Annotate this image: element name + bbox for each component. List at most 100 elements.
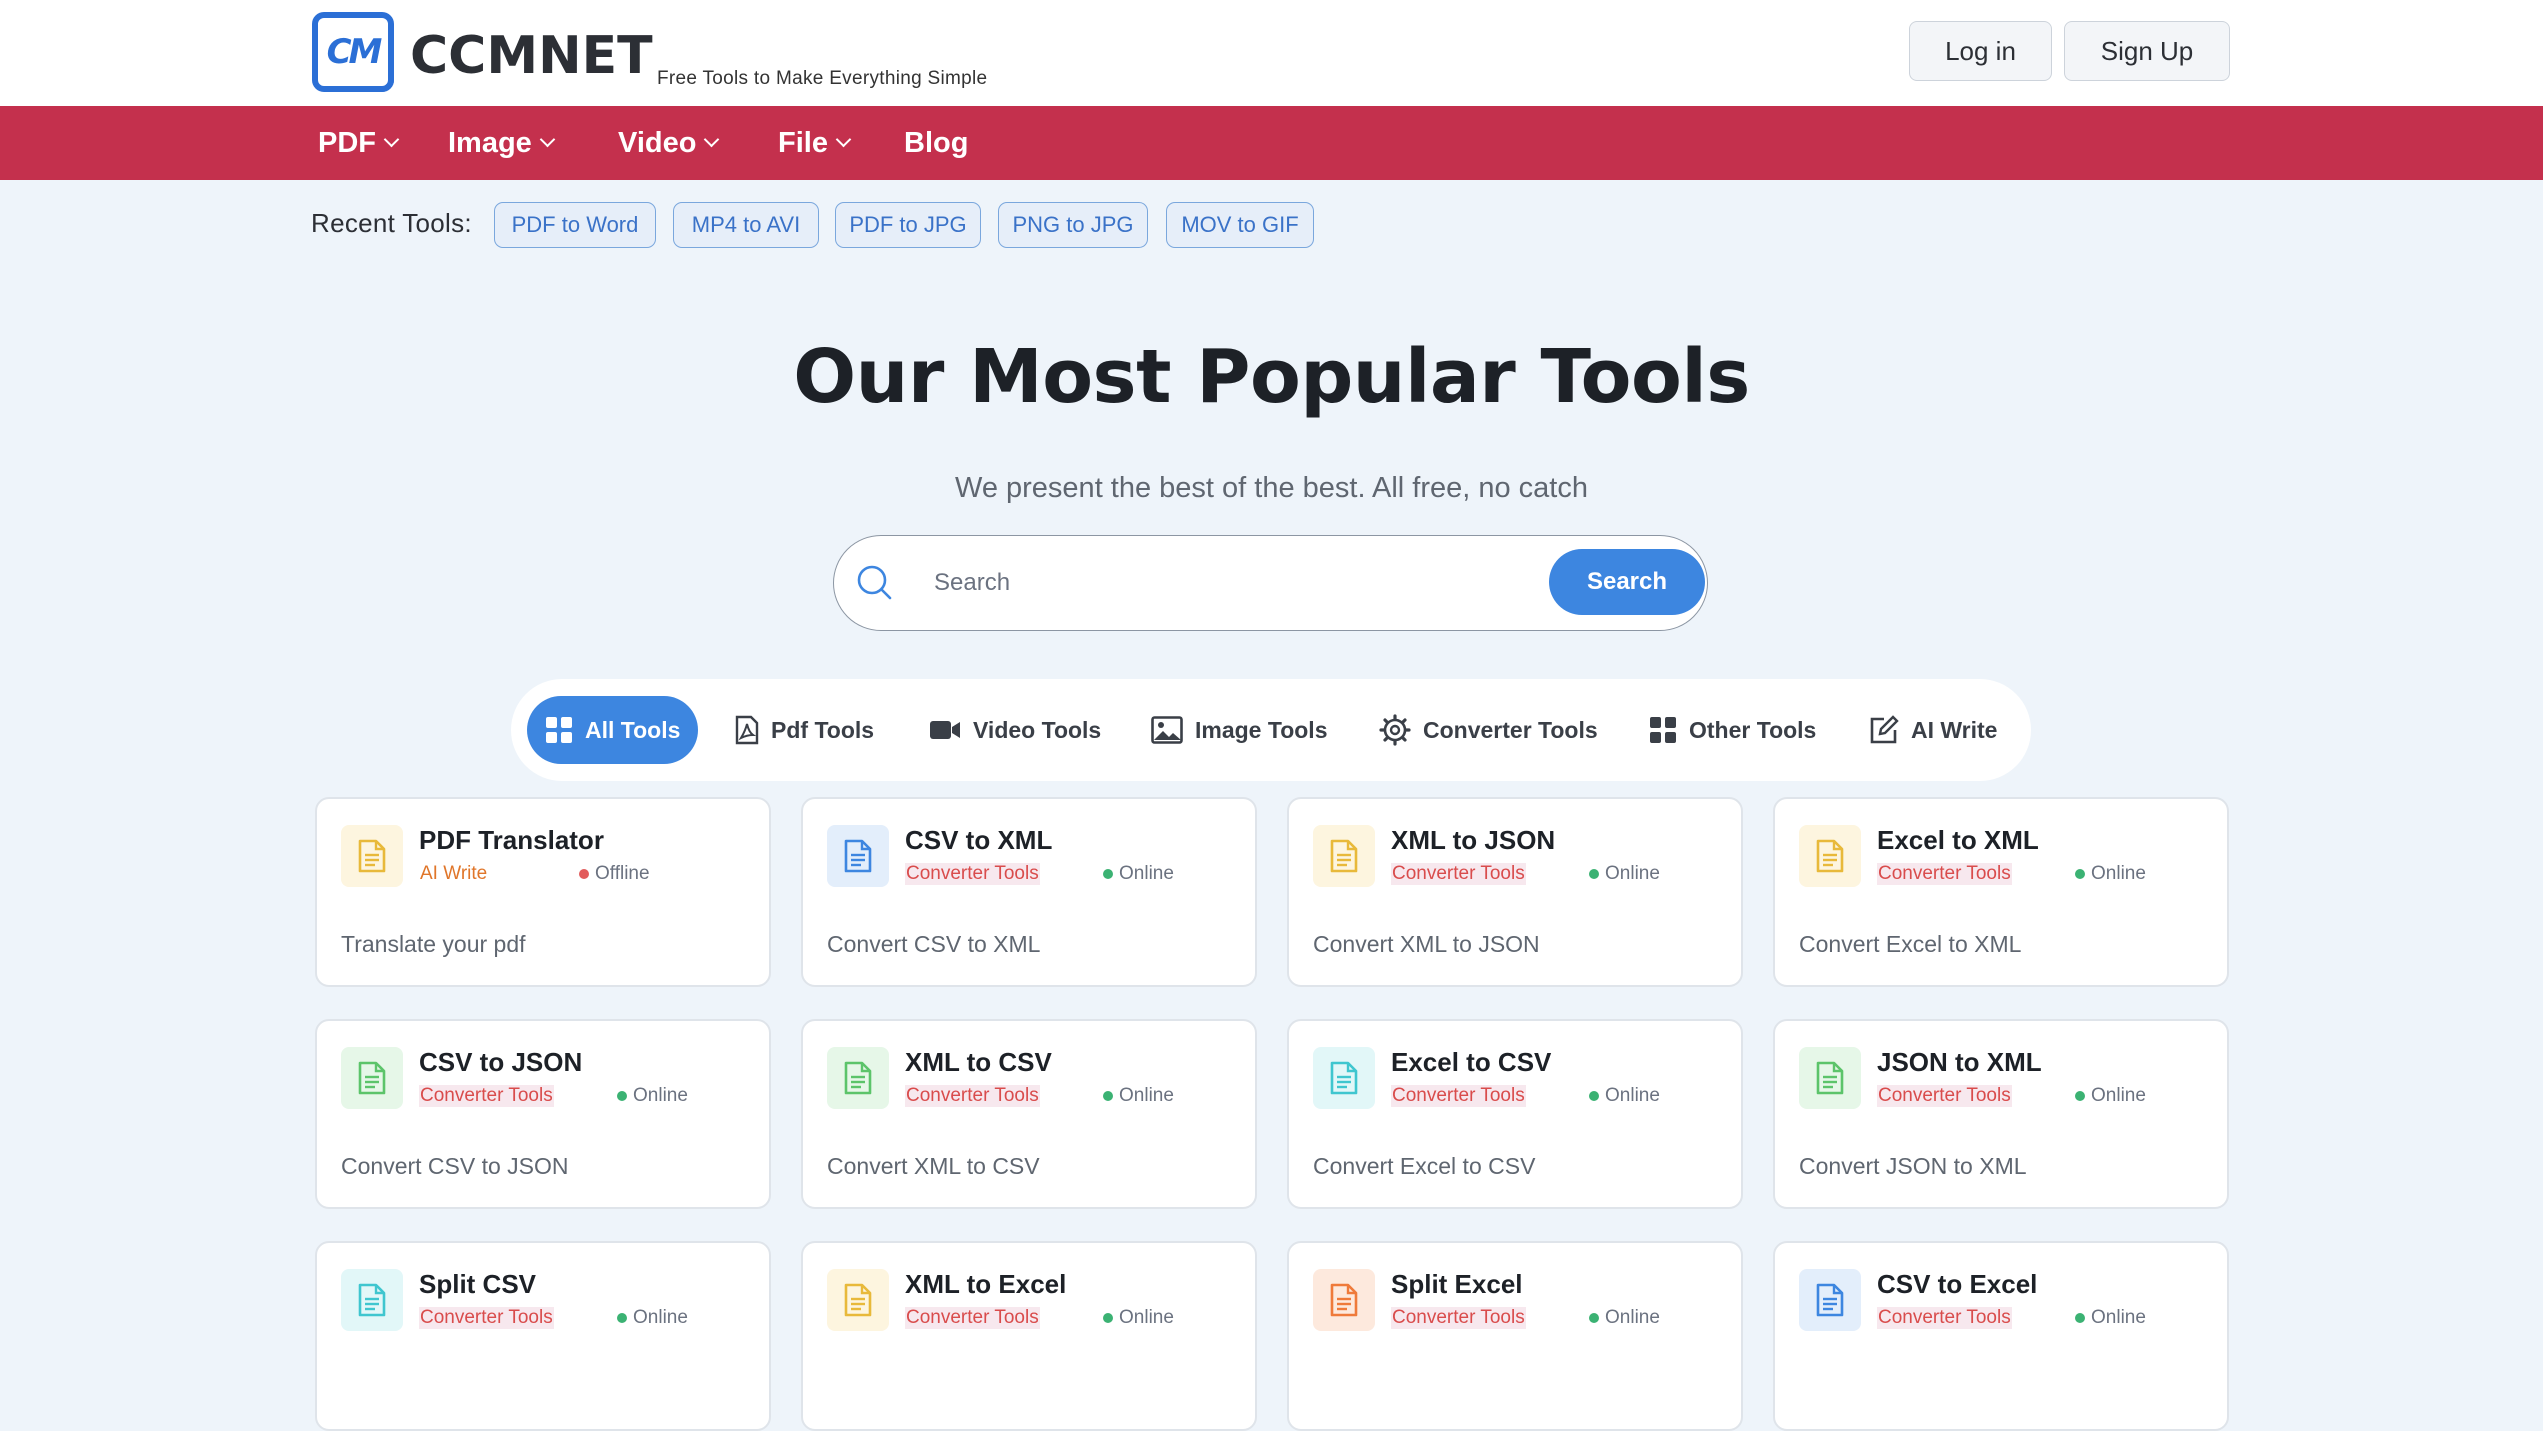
search-button[interactable]: Search [1549, 549, 1705, 615]
status-badge: Online [1589, 1085, 1660, 1107]
nav-item-pdf[interactable]: PDF [318, 106, 400, 180]
tab-label: Converter Tools [1423, 716, 1598, 743]
status-dot-icon [617, 1313, 627, 1323]
status-badge: Online [1103, 863, 1174, 885]
site-logo[interactable]: CM CCMNET [312, 12, 653, 92]
tool-card[interactable]: JSON to XML Converter Tools Online Convert … [1773, 1019, 2229, 1209]
tool-description: Convert CSV to XML [827, 931, 1041, 957]
site-header: CM CCMNET Free Tools to Make Everything … [0, 0, 2543, 106]
tab-label: Video Tools [973, 716, 1102, 743]
logo-mark-icon: CM [312, 12, 394, 92]
tab-image-tools[interactable]: Image Tools [1151, 696, 1328, 764]
status-badge: Online [1589, 1307, 1660, 1329]
status-dot-icon [1103, 1313, 1113, 1323]
recent-chip[interactable]: PDF to JPG [835, 202, 981, 248]
tool-category: Converter Tools [1877, 1085, 2012, 1107]
tab-label: All Tools [585, 716, 681, 743]
tool-title: PDF Translator [419, 825, 604, 855]
recent-tools-label: Recent Tools: [311, 208, 472, 238]
login-button[interactable]: Log in [1909, 21, 2052, 81]
tool-category: Converter Tools [1391, 1307, 1526, 1329]
search-input[interactable] [934, 558, 1354, 608]
tool-card[interactable]: PDF Translator AI Write Offline Translate y… [315, 797, 771, 987]
nav-item-label: PDF [318, 126, 376, 159]
tool-category: Converter Tools [905, 1307, 1040, 1329]
recent-chip[interactable]: PNG to JPG [998, 202, 1148, 248]
status-text: Online [1119, 1085, 1174, 1106]
page-subtitle: We present the best of the best. All fre… [954, 472, 1588, 504]
tool-title: XML to CSV [905, 1047, 1052, 1077]
tool-card[interactable]: XML to Excel Converter Tools Online [801, 1241, 1257, 1431]
tab-converter-tools[interactable]: Converter Tools [1379, 696, 1598, 764]
tool-card[interactable]: XML to CSV Converter Tools Online Convert X… [801, 1019, 1257, 1209]
tool-card[interactable]: XML to JSON Converter Tools Online Convert … [1287, 797, 1743, 987]
status-dot-icon [1589, 869, 1599, 879]
recent-chip[interactable]: MOV to GIF [1166, 202, 1314, 248]
tool-description: Convert XML to CSV [827, 1153, 1040, 1179]
status-dot-icon [2075, 869, 2085, 879]
status-text: Online [633, 1085, 688, 1106]
tool-description: Convert Excel to CSV [1313, 1153, 1536, 1179]
tab-label: Image Tools [1195, 716, 1328, 743]
tool-card[interactable]: CSV to XML Converter Tools Online Convert C… [801, 797, 1257, 987]
recent-chip[interactable]: PDF to Word [494, 202, 656, 248]
nav-item-file[interactable]: File [778, 106, 852, 180]
tool-card[interactable]: Excel to XML Converter Tools Online Convert… [1773, 797, 2229, 987]
file-document-icon [827, 825, 889, 887]
tool-title: Split CSV [419, 1269, 537, 1299]
nav-item-video[interactable]: Video [618, 106, 720, 180]
category-tabs: All Tools Pdf Tools Video Tools Image To… [511, 679, 2031, 781]
tool-title: CSV to Excel [1877, 1269, 2038, 1299]
tab-pdf-tools[interactable]: Pdf Tools [735, 696, 874, 764]
tagline: Free Tools to Make Everything Simple [657, 68, 988, 89]
tool-title: Excel to XML [1877, 825, 2039, 855]
status-badge: Online [2075, 1085, 2146, 1107]
tool-category: Converter Tools [419, 1085, 554, 1107]
tab-all-tools[interactable]: All Tools [527, 696, 699, 764]
tool-title: CSV to XML [905, 825, 1053, 855]
logo-mark-text: CM [326, 32, 383, 72]
tool-card[interactable]: Split CSV Converter Tools Online [315, 1241, 771, 1431]
tool-title: XML to Excel [905, 1269, 1067, 1299]
nav-item-label: Video [618, 126, 697, 159]
status-badge: Online [2075, 1307, 2146, 1329]
tool-card[interactable]: Excel to CSV Converter Tools Online Convert… [1287, 1019, 1743, 1209]
status-dot-icon [1103, 1091, 1113, 1101]
status-badge: Offline [579, 863, 650, 885]
signup-button[interactable]: Sign Up [2064, 21, 2230, 81]
nav-item-label: File [778, 126, 828, 159]
status-badge: Online [617, 1307, 688, 1329]
tool-card[interactable]: CSV to JSON Converter Tools Online Convert … [315, 1019, 771, 1209]
tool-description: Convert CSV to JSON [341, 1153, 569, 1179]
edit-icon [1870, 715, 1899, 744]
file-document-icon [1799, 1047, 1861, 1109]
gear-icon [1379, 714, 1411, 746]
tool-category: Converter Tools [1877, 1307, 2012, 1329]
file-document-icon [1313, 1269, 1375, 1331]
main-nav: PDF Image Video File Blog [0, 106, 2543, 180]
search-bar: Search [833, 535, 1708, 631]
tab-ai-write[interactable]: AI Write [1869, 696, 1997, 764]
file-document-icon [1313, 1047, 1375, 1109]
file-document-icon [1799, 1269, 1861, 1331]
recent-chip[interactable]: MP4 to AVI [673, 202, 819, 248]
tool-card[interactable]: CSV to Excel Converter Tools Online [1773, 1241, 2229, 1431]
file-document-icon [1313, 825, 1375, 887]
status-dot-icon [2075, 1091, 2085, 1101]
file-document-icon [341, 1047, 403, 1109]
tool-card[interactable]: Split Excel Converter Tools Online [1287, 1241, 1743, 1431]
tab-label: Pdf Tools [771, 716, 875, 743]
pdf-icon [735, 715, 759, 745]
tool-category: Converter Tools [1877, 863, 2012, 885]
status-dot-icon [579, 869, 589, 879]
chevron-down-icon [539, 131, 556, 147]
tab-other-tools[interactable]: Other Tools [1649, 696, 1816, 764]
nav-item-image[interactable]: Image [448, 106, 556, 180]
status-text: Online [1605, 863, 1660, 884]
status-text: Online [1119, 863, 1174, 884]
status-text: Offline [595, 863, 650, 884]
status-badge: Online [1589, 863, 1660, 885]
nav-item-label: Blog [904, 126, 969, 159]
tab-video-tools[interactable]: Video Tools [929, 696, 1101, 764]
nav-item-blog[interactable]: Blog [904, 106, 968, 180]
